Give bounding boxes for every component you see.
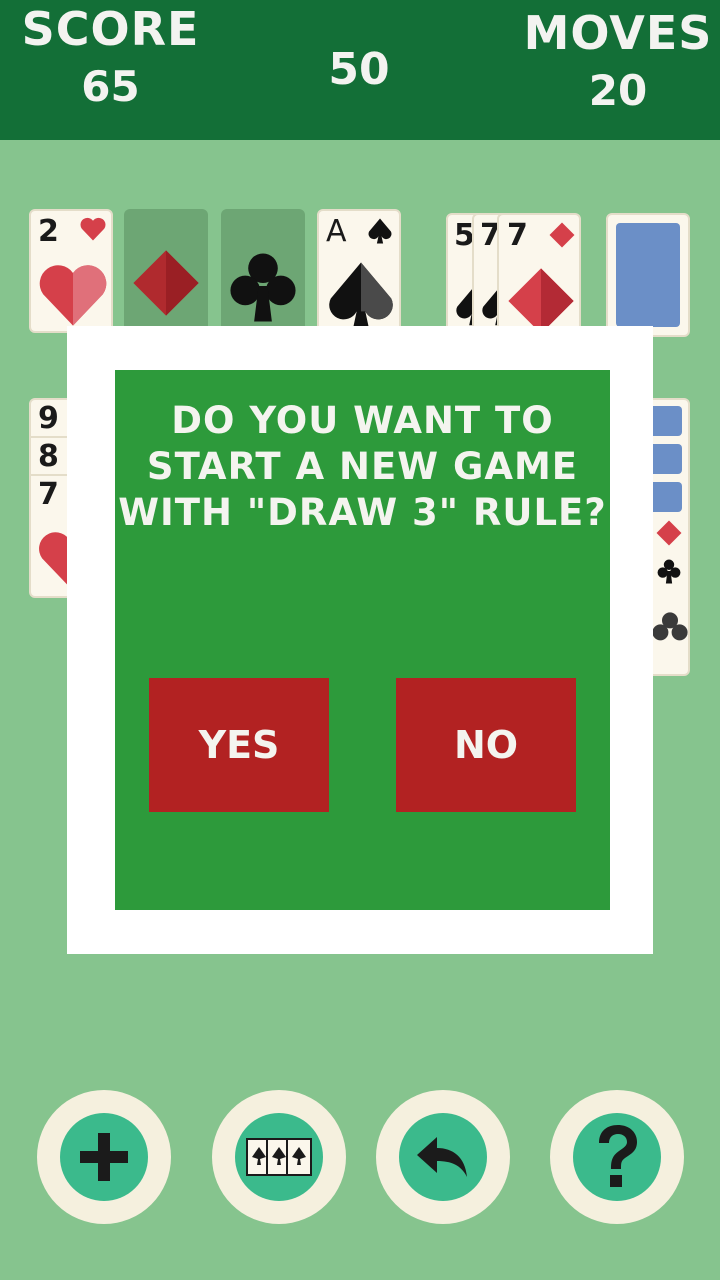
question-icon — [599, 1125, 637, 1187]
help-button[interactable] — [550, 1090, 684, 1224]
moves-label: MOVES — [523, 6, 713, 60]
club-large-icon — [652, 612, 688, 641]
button-face — [573, 1113, 661, 1201]
heart-small-icon — [80, 217, 106, 241]
button-face — [235, 1113, 323, 1201]
button-face — [399, 1113, 487, 1201]
no-button[interactable]: NO — [396, 678, 576, 812]
draw-mode-button[interactable] — [212, 1090, 346, 1224]
foundation-slot-diamonds[interactable] — [124, 209, 208, 333]
new-game-button[interactable] — [37, 1090, 171, 1224]
card-rank: 9 — [38, 401, 59, 436]
card-rank: 7 — [38, 477, 59, 512]
undo-arrow-icon — [417, 1137, 467, 1177]
card-rank: 7 — [507, 218, 528, 253]
diamond-placeholder-icon — [133, 250, 199, 316]
score-label: SCORE — [21, 2, 200, 56]
club-small-icon — [657, 559, 681, 584]
foundation-card-spades[interactable]: A — [317, 209, 401, 333]
dialog-question: DO YOU WANT TO START A NEW GAME WITH "DR… — [118, 399, 607, 534]
yes-button[interactable]: YES — [149, 678, 329, 812]
plus-icon — [80, 1133, 128, 1181]
timer-value: 50 — [328, 44, 390, 95]
score-value: 65 — [81, 62, 140, 111]
undo-button[interactable] — [376, 1090, 510, 1224]
waste-top-card[interactable]: 7 — [497, 213, 581, 337]
stock-pile[interactable] — [606, 213, 690, 337]
club-placeholder-icon — [230, 253, 296, 322]
spade-large-icon — [329, 262, 393, 331]
button-face — [60, 1113, 148, 1201]
card-rank: A — [326, 214, 347, 249]
card-back — [616, 223, 680, 327]
diamond-small-icon — [549, 222, 575, 248]
heart-large-icon — [39, 265, 107, 326]
card-rank: 2 — [38, 214, 59, 249]
foundation-slot-clubs[interactable] — [221, 209, 305, 333]
foundation-card-hearts[interactable]: 2 — [29, 209, 113, 333]
diamond-small-icon — [656, 520, 682, 546]
diamond-large-icon — [508, 268, 574, 334]
moves-value: 20 — [588, 66, 648, 115]
cards-icon — [246, 1138, 312, 1176]
spade-small-icon — [368, 218, 392, 244]
card-rank: 8 — [38, 439, 59, 474]
